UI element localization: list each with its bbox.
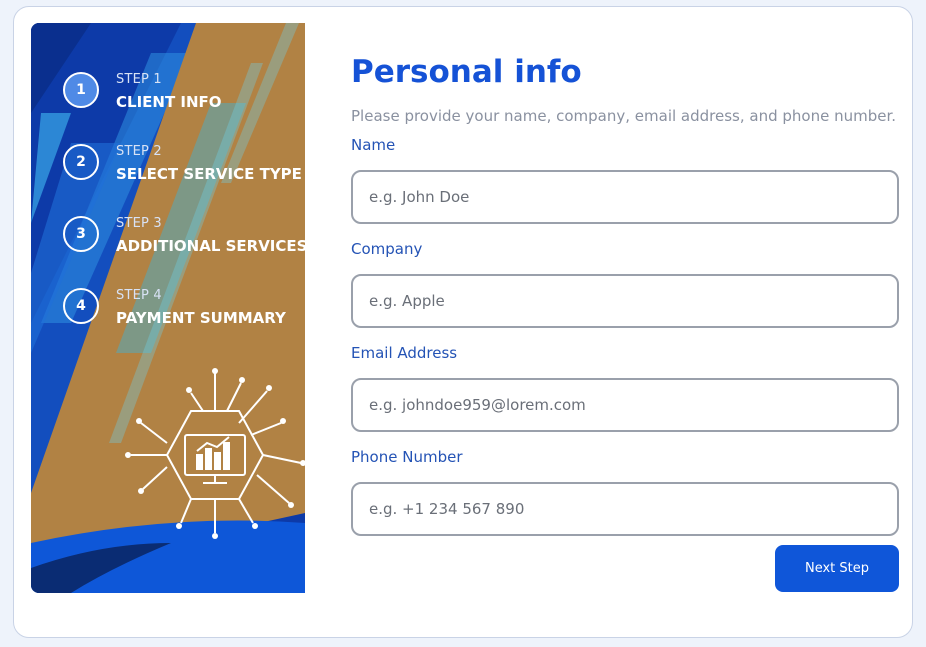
form-card: 1 STEP 1 CLIENT INFO 2 STEP 2 SELECT SER… bbox=[13, 6, 913, 638]
step-4-title: PAYMENT SUMMARY bbox=[116, 309, 286, 327]
company-label: Company bbox=[351, 240, 423, 258]
step-4-number: 4 bbox=[63, 288, 99, 324]
name-input[interactable] bbox=[351, 170, 899, 224]
step-1-title: CLIENT INFO bbox=[116, 93, 222, 111]
step-1[interactable]: 1 STEP 1 CLIENT INFO bbox=[63, 72, 303, 112]
step-2-title: SELECT SERVICE TYPE bbox=[116, 165, 302, 183]
step-3[interactable]: 3 STEP 3 ADDITIONAL SERVICES bbox=[63, 216, 305, 256]
step-3-label: STEP 3 bbox=[116, 216, 162, 231]
page-description: Please provide your name, company, email… bbox=[351, 107, 897, 125]
step-1-number: 1 bbox=[63, 72, 99, 108]
step-2-number: 2 bbox=[63, 144, 99, 180]
next-step-button[interactable]: Next Step bbox=[775, 545, 899, 592]
sidebar: 1 STEP 1 CLIENT INFO 2 STEP 2 SELECT SER… bbox=[31, 23, 305, 593]
page-title: Personal info bbox=[351, 54, 582, 90]
phone-label: Phone Number bbox=[351, 448, 463, 466]
email-label: Email Address bbox=[351, 344, 458, 362]
step-4[interactable]: 4 STEP 4 PAYMENT SUMMARY bbox=[63, 288, 303, 328]
step-1-label: STEP 1 bbox=[116, 72, 162, 87]
step-4-label: STEP 4 bbox=[116, 288, 162, 303]
email-input[interactable] bbox=[351, 378, 899, 432]
step-3-title: ADDITIONAL SERVICES bbox=[116, 237, 305, 255]
step-3-number: 3 bbox=[63, 216, 99, 252]
company-input[interactable] bbox=[351, 274, 899, 328]
phone-input[interactable] bbox=[351, 482, 899, 536]
name-label: Name bbox=[351, 136, 396, 154]
step-2[interactable]: 2 STEP 2 SELECT SERVICE TYPE bbox=[63, 144, 303, 184]
step-2-label: STEP 2 bbox=[116, 144, 162, 159]
